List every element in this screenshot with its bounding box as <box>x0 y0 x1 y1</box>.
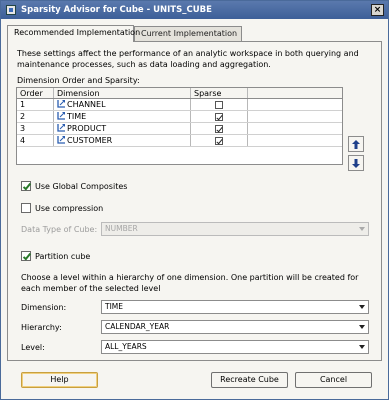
level-field-label: Level: <box>21 343 45 352</box>
dimension-icon <box>57 100 65 108</box>
cancel-button[interactable]: Cancel <box>295 372 372 388</box>
data-type-label: Data Type of Cube: <box>21 225 98 234</box>
checkbox-box[interactable] <box>21 181 31 191</box>
app-icon <box>6 5 16 15</box>
table-row[interactable]: 4 CUSTOMER <box>17 135 342 147</box>
partition-description: Choose a level within a hierarchy of one… <box>21 273 359 293</box>
dimension-grid: Order Dimension Sparse 1 CHANNEL 2 TIME 3 PRO… <box>16 87 343 165</box>
use-compression-label: Use compression <box>35 203 104 213</box>
move-up-button[interactable] <box>348 136 364 152</box>
dimension-cell: TIME <box>54 111 191 122</box>
sparse-checkbox[interactable] <box>215 136 223 145</box>
hierarchy-select[interactable]: CALENDAR_YEAR <box>101 320 369 334</box>
help-button[interactable]: Help <box>21 372 98 388</box>
dimension-icon <box>57 124 65 132</box>
sparse-cell[interactable] <box>191 111 248 122</box>
table-row[interactable]: 3 PRODUCT <box>17 123 342 135</box>
level-select[interactable]: ALL_YEARS <box>101 340 369 354</box>
dimension-cell: PRODUCT <box>54 123 191 134</box>
sparse-cell[interactable] <box>191 135 248 146</box>
table-row[interactable]: 1 CHANNEL <box>17 99 342 111</box>
column-header-filler <box>248 88 342 98</box>
use-compression-checkbox[interactable]: Use compression <box>21 203 103 213</box>
sparse-checkbox[interactable] <box>215 124 223 133</box>
dimension-order-label: Dimension Order and Sparsity: <box>17 76 140 85</box>
sparse-cell[interactable] <box>191 99 248 110</box>
level-select-value: ALL_YEARS <box>105 342 147 351</box>
order-cell: 4 <box>17 135 54 146</box>
partition-cube-label: Partition cube <box>35 251 91 261</box>
grid-body: 1 CHANNEL 2 TIME 3 PRODUCT 4 CUSTOMER <box>17 99 342 159</box>
partition-cube-checkbox[interactable]: Partition cube <box>21 251 90 261</box>
dimension-cell: CHANNEL <box>54 99 191 110</box>
empty-row <box>17 147 342 159</box>
dimension-name: PRODUCT <box>67 124 107 133</box>
order-cell: 1 <box>17 99 54 110</box>
chevron-down-icon <box>359 345 365 349</box>
window-title: Sparsity Advisor for Cube - UNITS_CUBE <box>21 5 212 15</box>
move-down-button[interactable] <box>348 155 364 171</box>
dimension-name: CHANNEL <box>67 100 106 109</box>
recreate-cube-button[interactable]: Recreate Cube <box>211 372 288 388</box>
title-bar[interactable]: Sparsity Advisor for Cube - UNITS_CUBE × <box>1 1 388 19</box>
hierarchy-select-value: CALENDAR_YEAR <box>105 322 170 331</box>
close-button[interactable]: × <box>371 4 384 16</box>
filler-cell <box>248 123 342 134</box>
column-header-order[interactable]: Order <box>17 88 54 98</box>
dimension-cell: CUSTOMER <box>54 135 191 146</box>
dimension-select-value: TIME <box>105 302 124 311</box>
use-global-composites-checkbox[interactable]: Use Global Composites <box>21 181 127 191</box>
table-row[interactable]: 2 TIME <box>17 111 342 123</box>
checkbox-box[interactable] <box>21 251 31 261</box>
dimension-icon <box>57 136 65 144</box>
arrow-down-icon <box>352 158 360 168</box>
order-cell: 2 <box>17 111 54 122</box>
dimension-name: TIME <box>67 112 87 121</box>
grid-header: Order Dimension Sparse <box>17 88 342 99</box>
checkbox-box[interactable] <box>21 203 31 213</box>
arrow-up-icon <box>352 139 360 149</box>
sparse-cell[interactable] <box>191 123 248 134</box>
chevron-down-icon <box>359 305 365 309</box>
tab-current-implementation[interactable]: Current Implementation <box>134 26 242 41</box>
dimension-icon <box>57 112 65 120</box>
column-header-sparse[interactable]: Sparse <box>191 88 248 98</box>
sparse-checkbox[interactable] <box>215 112 223 121</box>
use-global-composites-label: Use Global Composites <box>35 181 128 191</box>
filler-cell <box>248 111 342 122</box>
dimension-select[interactable]: TIME <box>101 300 369 314</box>
intro-text: These settings affect the performance of… <box>17 49 359 69</box>
chevron-down-icon <box>359 325 365 329</box>
dimension-name: CUSTOMER <box>67 136 113 145</box>
filler-cell <box>248 99 342 110</box>
column-header-dimension[interactable]: Dimension <box>54 88 191 98</box>
dimension-field-label: Dimension: <box>21 303 67 312</box>
data-type-value: NUMBER <box>105 224 138 233</box>
data-type-select: NUMBER <box>101 222 369 236</box>
sparse-checkbox[interactable] <box>215 100 223 109</box>
filler-cell <box>248 135 342 146</box>
chevron-down-icon <box>359 227 365 231</box>
tab-recommended-implementation[interactable]: Recommended Implementation <box>7 25 140 42</box>
sparsity-advisor-dialog: Sparsity Advisor for Cube - UNITS_CUBE ×… <box>0 0 389 400</box>
hierarchy-field-label: Hierarchy: <box>21 323 62 332</box>
order-cell: 3 <box>17 123 54 134</box>
